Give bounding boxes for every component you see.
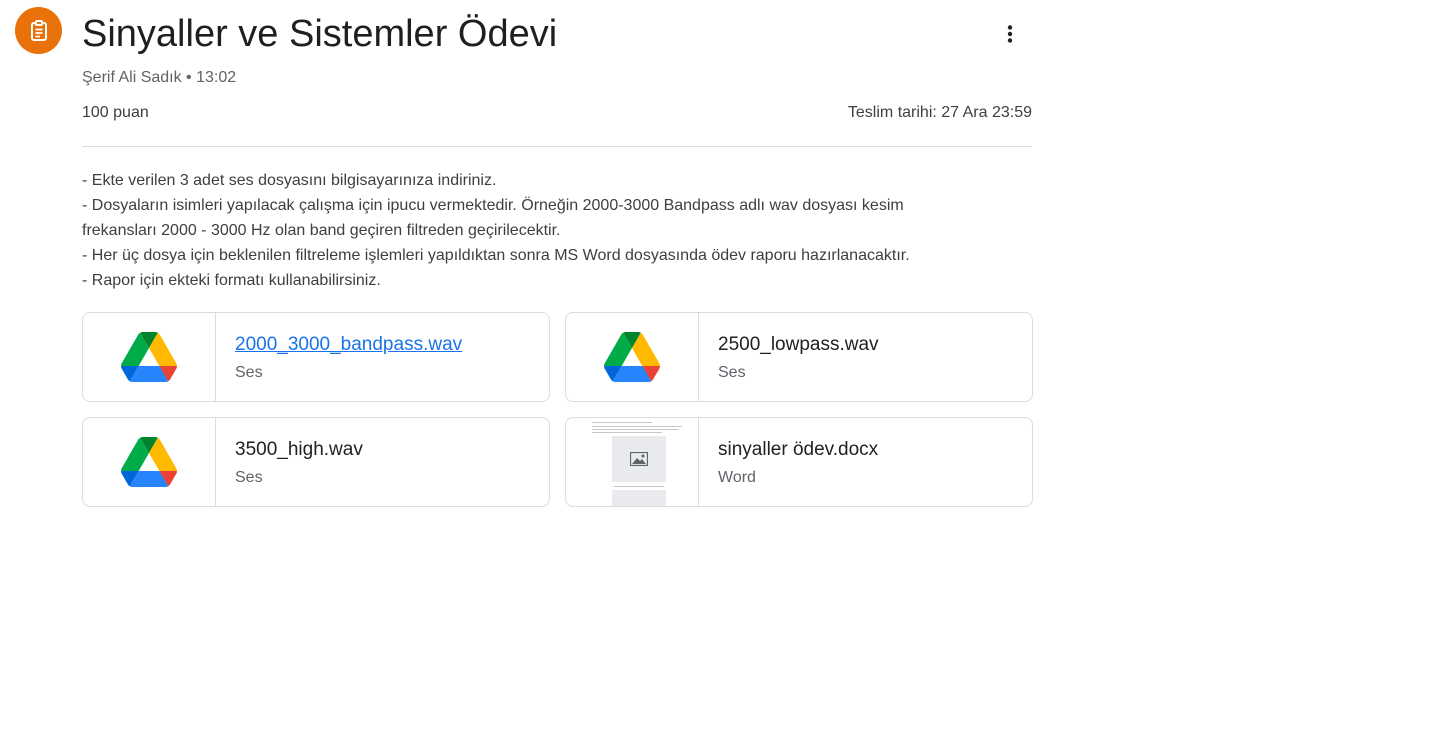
image-placeholder-icon [612,436,666,482]
description-line: - Dosyaların isimleri yapılacak çalışma … [82,197,904,214]
more-vert-icon [1007,25,1013,43]
attachment-card[interactable]: sinyaller ödev.docx Word [565,417,1033,507]
due-date-label: Teslim tarihi: 27 Ara 23:59 [847,104,1032,121]
more-options-button[interactable] [990,14,1030,54]
attachment-name-link[interactable]: 3500_high.wav [235,438,363,462]
attachment-name-link[interactable]: 2500_lowpass.wav [718,333,879,357]
attachment-thumbnail [566,313,699,401]
attachment-card[interactable]: 3500_high.wav Ses [82,417,550,507]
assignment-icon [15,7,62,54]
divider [82,146,1032,147]
description-line: - Rapor için ekteki formatı kullanabilir… [82,272,381,289]
document-thumbnail [574,418,690,506]
points-label: 100 puan [82,104,149,121]
google-drive-icon [604,332,660,382]
google-drive-icon [121,332,177,382]
attachment-thumbnail [83,313,216,401]
attachment-thumbnail [566,418,699,506]
attachment-card[interactable]: 2500_lowpass.wav Ses [565,312,1033,402]
attachment-type: Word [718,469,756,486]
description-line: - Ekte verilen 3 adet ses dosyasını bilg… [82,172,497,189]
description-line: - Her üç dosya için beklenilen filtrelem… [82,247,910,264]
attachment-type: Ses [718,364,746,381]
attachment-thumbnail [83,418,216,506]
attachment-name-link[interactable]: 2000_3000_bandpass.wav [235,333,462,357]
author-time: Şerif Ali Sadık • 13:02 [82,69,237,86]
attachment-type: Ses [235,364,263,381]
assignment-description: - Ekte verilen 3 adet ses dosyasını bilg… [82,168,1032,293]
attachment-card[interactable]: 2000_3000_bandpass.wav Ses [82,312,550,402]
google-drive-icon [121,437,177,487]
assignment-title: Sinyaller ve Sistemler Ödevi [82,13,558,55]
attachment-type: Ses [235,469,263,486]
attachment-name-link[interactable]: sinyaller ödev.docx [718,438,878,462]
description-line: frekansları 2000 - 3000 Hz olan band geç… [82,222,561,239]
